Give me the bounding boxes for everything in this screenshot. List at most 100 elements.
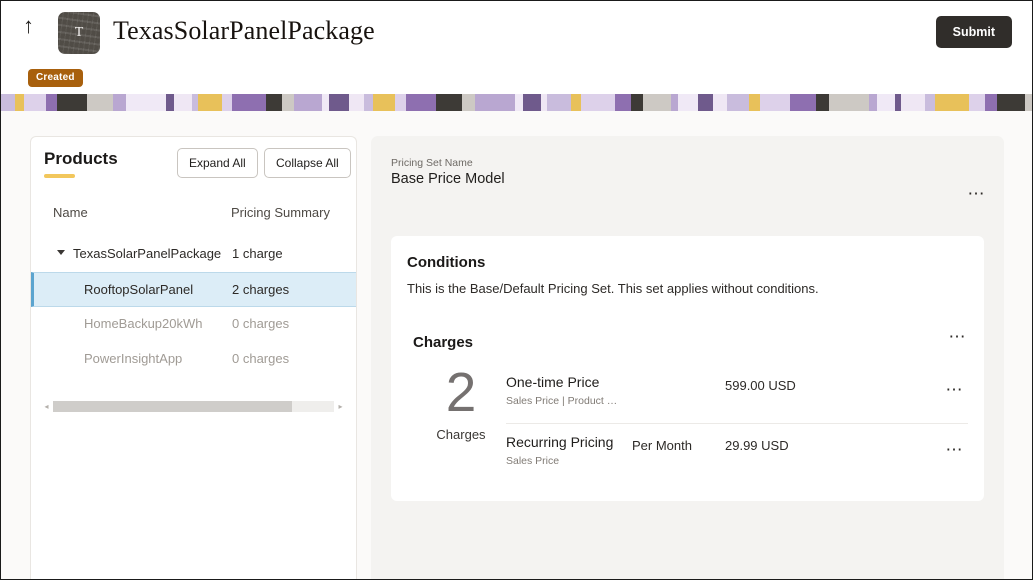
expand-all-button[interactable]: Expand All [177,148,258,178]
status-badge: Created [28,69,83,87]
products-panel: Products Expand All Collapse All Name Pr… [30,136,357,580]
banner-segment [24,94,46,111]
product-name: PowerInsightApp [84,351,182,366]
pricing-set-kebab-menu-icon[interactable]: ⋯ [968,185,987,202]
back-arrow-icon[interactable]: ↑ [23,15,34,37]
charge-frequency: Per Month [632,438,692,453]
banner-segment [571,94,581,111]
banner-segment [1,94,15,111]
charge-name: Recurring Pricing [506,434,613,450]
banner-segment [87,94,113,111]
banner-segment [174,94,192,111]
banner-segment [475,94,515,111]
banner-segment [877,94,895,111]
charge-row[interactable]: One-time Price Sales Price | Product … 599… [506,364,968,423]
product-tree-row[interactable]: TexasSolarPanelPackage1 charge [31,237,356,272]
banner-segment [294,94,322,111]
banner-segment [523,94,541,111]
column-header-name: Name [53,205,88,220]
banner-segment [222,94,232,111]
banner-segment [198,94,222,111]
pricing-set-panel: Pricing Set Name Base Price Model ⋯ Cond… [371,136,1004,580]
banner-segment [698,94,713,111]
banner-segment [816,94,829,111]
charge-count-number: 2 [425,366,497,418]
banner-segment [643,94,671,111]
product-tree-row[interactable]: PowerInsightApp0 charges [31,342,356,377]
banner-segment [364,94,373,111]
banner-segment [615,94,631,111]
scroll-right-arrow-icon[interactable]: ▸ [334,402,347,411]
banner-segment [373,94,395,111]
product-tree: TexasSolarPanelPackage1 chargeRooftopSol… [31,237,356,377]
banner-segment [395,94,406,111]
charge-price: 599.00 USD [725,378,796,393]
app-avatar-letter: T [75,25,84,41]
banner-segment [869,94,877,111]
banner-segment [1025,94,1032,111]
banner-segment [113,94,126,111]
conditions-text: This is the Base/Default Pricing Set. Th… [407,281,819,296]
product-pricing-summary: 0 charges [232,316,289,331]
banner-segment [760,94,790,111]
charge-row[interactable]: Recurring Pricing Sales Price Per Month 29.… [506,423,968,482]
banner-segment [997,94,1025,111]
banner-segment [126,94,166,111]
banner-segment [406,94,436,111]
banner-segment [547,94,571,111]
chevron-down-icon[interactable] [57,250,65,255]
app-screen: ↑ T TexasSolarPanelPackage Created Submi… [0,0,1033,580]
scrollbar-track[interactable] [53,401,334,412]
product-pricing-summary: 1 charge [232,246,283,261]
banner-segment [322,94,329,111]
product-pricing-summary: 2 charges [232,282,289,297]
banner-segment [329,94,349,111]
banner-segment [678,94,698,111]
banner-segment [349,94,364,111]
charges-kebab-menu-icon[interactable]: ⋯ [949,328,968,345]
product-name: RooftopSolarPanel [84,282,193,297]
banner-segment [829,94,869,111]
products-horizontal-scrollbar[interactable]: ◂ ▸ [40,399,347,413]
app-avatar-icon: T [58,12,100,54]
banner-segment [166,94,174,111]
banner-segment [515,94,523,111]
banner-segment [727,94,749,111]
banner-pattern [1,94,1032,111]
charge-name: One-time Price [506,374,599,390]
banner-segment [57,94,87,111]
collapse-all-button[interactable]: Collapse All [264,148,351,178]
scroll-left-arrow-icon[interactable]: ◂ [40,402,53,411]
pricing-set-name-value: Base Price Model [391,171,505,187]
banner-segment [46,94,57,111]
banner-segment [282,94,294,111]
product-name: HomeBackup20kWh [84,316,203,331]
banner-segment [462,94,475,111]
charge-list: One-time Price Sales Price | Product … 599… [506,364,968,482]
charge-row-kebab-menu-icon[interactable]: ⋯ [946,441,965,458]
pricing-set-name-label: Pricing Set Name [391,157,473,169]
products-panel-header: Products Expand All Collapse All [31,137,356,197]
charge-count-block: 2 Charges [425,366,497,442]
banner-segment [985,94,997,111]
products-column-headers: Name Pricing Summary [31,205,356,231]
banner-segment [232,94,266,111]
charge-subtitle: Sales Price [506,455,559,467]
charge-subtitle: Sales Price | Product … [506,395,617,407]
product-tree-row[interactable]: HomeBackup20kWh 0 charges [31,307,356,342]
scrollbar-thumb[interactable] [53,401,292,412]
main-content: Products Expand All Collapse All Name Pr… [1,111,1032,580]
banner-segment [631,94,643,111]
charge-price: 29.99 USD [725,438,789,453]
charges-title: Charges [413,334,473,351]
submit-button[interactable]: Submit [936,16,1012,48]
product-tree-row[interactable]: RooftopSolarPanel 2 charges [31,272,356,307]
banner-segment [935,94,969,111]
products-title: Products [44,149,118,169]
products-title-underline [44,174,75,178]
banner-segment [749,94,760,111]
banner-segment [581,94,615,111]
charge-row-kebab-menu-icon[interactable]: ⋯ [946,381,965,398]
decorative-banner [1,94,1032,111]
banner-segment [15,94,24,111]
